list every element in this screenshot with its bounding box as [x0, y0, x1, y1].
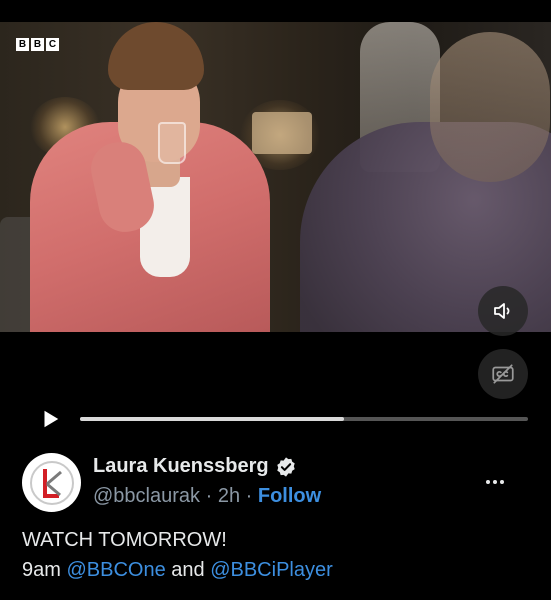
author-row: Laura Kuenssberg — [93, 455, 297, 478]
play-button[interactable] — [36, 405, 64, 433]
speaker-icon — [494, 303, 510, 319]
post-time[interactable]: 2h — [218, 485, 240, 507]
water-glass — [158, 122, 186, 164]
lamp — [252, 112, 312, 154]
avatar[interactable] — [22, 453, 81, 512]
follow-button[interactable]: Follow — [258, 485, 321, 507]
author-handle[interactable]: @bbclaurak — [93, 485, 200, 507]
separator-dot: · — [245, 485, 253, 507]
video-progress-fill — [80, 417, 345, 421]
foreground-person-hair — [430, 32, 550, 182]
tweet-text-line2: 9am @BBCOne and @BBCiPlayer — [22, 555, 333, 585]
video-player[interactable]: B B C — [0, 22, 551, 332]
woman-hair — [108, 22, 204, 90]
bbc-logo-letter: B — [16, 38, 29, 51]
mention-link[interactable]: @BBCiPlayer — [210, 559, 333, 581]
captions-off-icon — [492, 364, 514, 384]
screen: B B C Laura Kuenssberg @bbclaurak · 2h ·… — [0, 0, 551, 600]
bbc-logo: B B C — [16, 38, 59, 51]
tweet-time-text: 9am — [22, 559, 61, 581]
captions-button[interactable] — [478, 349, 528, 399]
tweet-conjunction: and — [171, 559, 205, 581]
mention-link[interactable]: @BBCOne — [66, 559, 165, 581]
bbc-logo-letter: C — [46, 38, 59, 51]
play-icon — [44, 410, 59, 428]
more-options-button[interactable] — [480, 470, 510, 494]
video-progress-bar[interactable] — [80, 417, 528, 421]
separator-dot: · — [205, 485, 213, 507]
author-name[interactable]: Laura Kuenssberg — [93, 455, 269, 478]
more-dot — [500, 480, 504, 484]
tweet-text-line1: WATCH TOMORROW! — [22, 529, 227, 551]
more-dot — [486, 480, 490, 484]
tweet-text: WATCH TOMORROW! 9am @BBCOne and @BBCiPla… — [22, 525, 333, 585]
verified-badge-icon — [276, 456, 295, 477]
more-dot — [493, 480, 497, 484]
lk-logo-icon — [29, 460, 74, 505]
handle-line: @bbclaurak · 2h · Follow — [93, 485, 321, 508]
mute-button[interactable] — [478, 286, 528, 336]
bbc-logo-letter: B — [31, 38, 44, 51]
